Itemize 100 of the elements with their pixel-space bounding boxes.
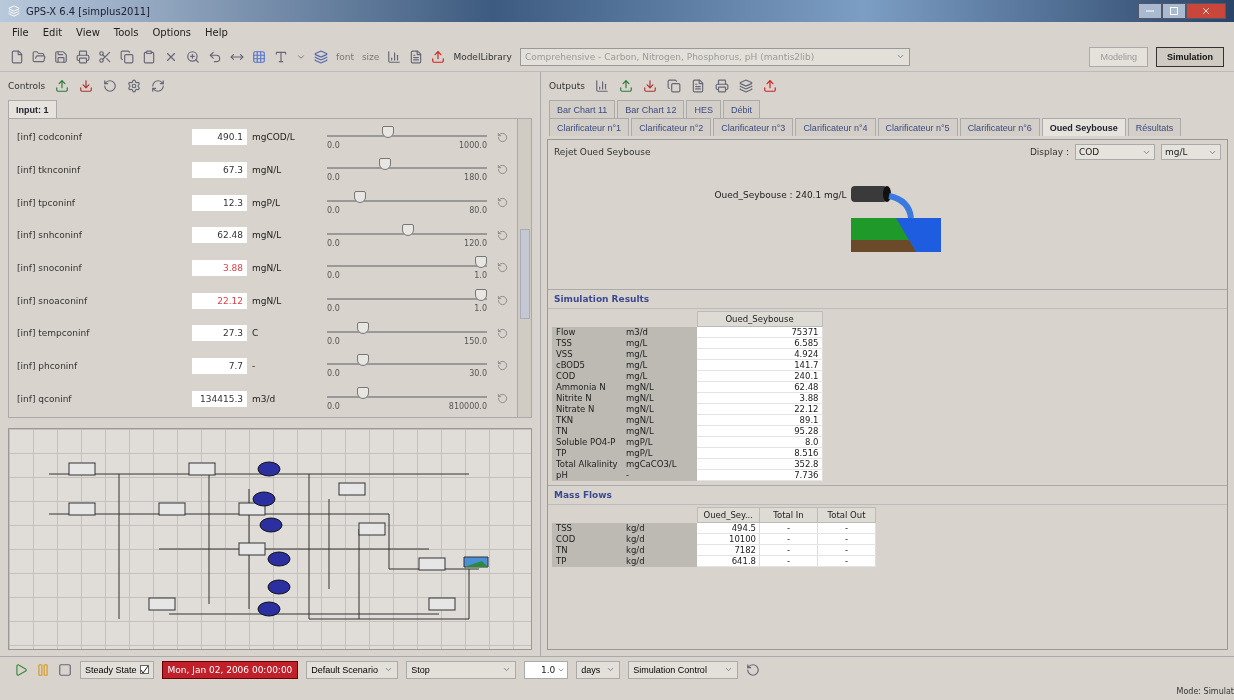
slider-thumb[interactable]	[356, 387, 369, 400]
menu-item[interactable]: Tools	[113, 26, 139, 38]
upload-icon[interactable]	[55, 79, 70, 93]
upload-icon[interactable]	[618, 79, 633, 93]
slider-thumb[interactable]	[356, 354, 369, 367]
slider-thumb[interactable]	[475, 289, 487, 302]
menu-item[interactable]: File	[12, 26, 29, 38]
paste-icon[interactable]	[142, 49, 156, 64]
reset-icon[interactable]	[103, 79, 118, 93]
chart-icon[interactable]	[387, 49, 402, 64]
cut-icon[interactable]	[98, 49, 112, 64]
minimize-icon	[1146, 10, 1154, 12]
unit-dropdown[interactable]: mg/L	[1161, 144, 1221, 160]
reset-icon[interactable]	[746, 662, 761, 677]
value-field[interactable]: 67.3	[192, 162, 247, 178]
unit-label: mgN/L	[251, 295, 283, 306]
table-cell: 352.8	[697, 458, 822, 470]
row-name: TSS	[552, 522, 622, 534]
open-folder-icon[interactable]	[32, 49, 46, 64]
mode-button[interactable]: Simulation	[1156, 46, 1224, 67]
stop-icon[interactable]	[58, 662, 72, 677]
chart-icon[interactable]	[594, 79, 609, 93]
outfall-label: Oued_Seybouse : 240.1 mg/L	[714, 190, 847, 200]
tab[interactable]: Clarificateur n°4	[795, 118, 876, 136]
tab[interactable]: HES	[686, 100, 721, 118]
slider-thumb[interactable]	[353, 191, 366, 204]
menu-item[interactable]: Help	[205, 26, 228, 38]
value-field[interactable]: 12.3	[192, 194, 247, 211]
table-cell: -	[817, 555, 876, 567]
max-label: 80.0	[469, 206, 487, 216]
download-icon[interactable]	[79, 79, 94, 93]
value-field[interactable]: 22.12	[192, 292, 247, 309]
value-field[interactable]: 27.3	[192, 325, 247, 342]
tab[interactable]: Bar Chart 12	[617, 100, 685, 118]
slider-thumb[interactable]	[356, 321, 369, 334]
tab[interactable]: Clarificateur n°1	[549, 118, 630, 136]
stop-dropdown[interactable]: Stop	[406, 660, 517, 679]
tab[interactable]: Bar Chart 11	[549, 100, 616, 118]
table-cell: 62.48	[697, 381, 822, 393]
scrollbar[interactable]	[517, 119, 531, 417]
refresh-icon[interactable]	[151, 79, 166, 93]
interval-field[interactable]: 1.0	[524, 660, 569, 679]
status-text: Mode: Simulat	[1176, 686, 1234, 696]
slider-thumb[interactable]	[378, 158, 391, 171]
checkmark-icon	[140, 666, 148, 673]
slider-track[interactable]	[327, 222, 487, 238]
text-icon[interactable]	[274, 49, 288, 64]
layers-icon[interactable]	[738, 79, 753, 93]
tab[interactable]: Clarificateur n°5	[877, 118, 958, 136]
maximize-button[interactable]	[1162, 3, 1186, 19]
tab[interactable]: Clarificateur n°2	[631, 118, 712, 136]
variable-name: [inf] phconinf	[17, 360, 79, 371]
simulation-control-button[interactable]: Simulation Control	[628, 660, 739, 679]
grid-icon[interactable]	[252, 49, 266, 64]
download-icon[interactable]	[642, 79, 657, 93]
row-name: Soluble PO4-P	[552, 436, 622, 448]
variable-dropdown[interactable]: COD	[1075, 144, 1155, 160]
caret-icon	[502, 665, 512, 674]
copy-icon[interactable]	[666, 79, 681, 93]
window-title: GPS-X 6.4 [simplus2011]	[26, 5, 150, 17]
menu-item[interactable]: View	[76, 26, 100, 38]
tab[interactable]: Clarificateur n°3	[713, 118, 794, 136]
table-cell: -	[759, 533, 818, 545]
slider-track[interactable]	[327, 124, 487, 140]
slider-thumb[interactable]	[381, 125, 394, 138]
copy-icon[interactable]	[120, 49, 134, 64]
zoom-icon[interactable]	[186, 49, 200, 64]
value-field[interactable]: 134415.3	[192, 390, 247, 407]
document-icon[interactable]	[690, 79, 705, 93]
scenario-dropdown[interactable]: Default Scenario	[306, 660, 399, 679]
print-icon[interactable]	[76, 49, 90, 64]
slider-track[interactable]	[327, 320, 487, 336]
slider-thumb[interactable]	[402, 223, 415, 236]
table-cell: 4.924	[697, 348, 822, 360]
steady-state-checkbox[interactable]: Steady State	[80, 660, 154, 679]
undo-icon[interactable]	[208, 49, 222, 64]
play-icon[interactable]	[14, 662, 28, 677]
max-label: 1.0	[474, 304, 487, 314]
tab[interactable]: Résultats	[1127, 118, 1182, 136]
tab[interactable]: Input: 1	[8, 100, 57, 118]
panel-title: Rejet Oued Seybouse	[554, 147, 651, 157]
menu-item[interactable]: Options	[152, 26, 192, 38]
value-field[interactable]: 62.48	[192, 227, 247, 244]
new-file-icon[interactable]	[10, 49, 24, 64]
slider-thumb[interactable]	[475, 256, 487, 269]
unit-dropdown[interactable]: days	[576, 660, 621, 679]
minimize-button[interactable]	[1138, 3, 1162, 19]
menu-item[interactable]: Edit	[42, 26, 63, 38]
print-icon[interactable]	[714, 79, 729, 93]
value-field[interactable]: 3.88	[192, 259, 247, 276]
settings-icon[interactable]	[127, 79, 142, 93]
value-field[interactable]: 7.7	[192, 357, 247, 374]
row-unit: mgN/L	[622, 403, 697, 415]
save-icon[interactable]	[54, 49, 68, 64]
value-field[interactable]: 490.1	[192, 129, 247, 146]
tab[interactable]: Débit	[722, 100, 760, 118]
layers-icon[interactable]	[314, 49, 328, 64]
tab[interactable]: Oued Seybouse	[1041, 118, 1126, 136]
tab[interactable]: Clarificateur n°6	[959, 118, 1040, 136]
table-cell: -	[817, 544, 876, 556]
